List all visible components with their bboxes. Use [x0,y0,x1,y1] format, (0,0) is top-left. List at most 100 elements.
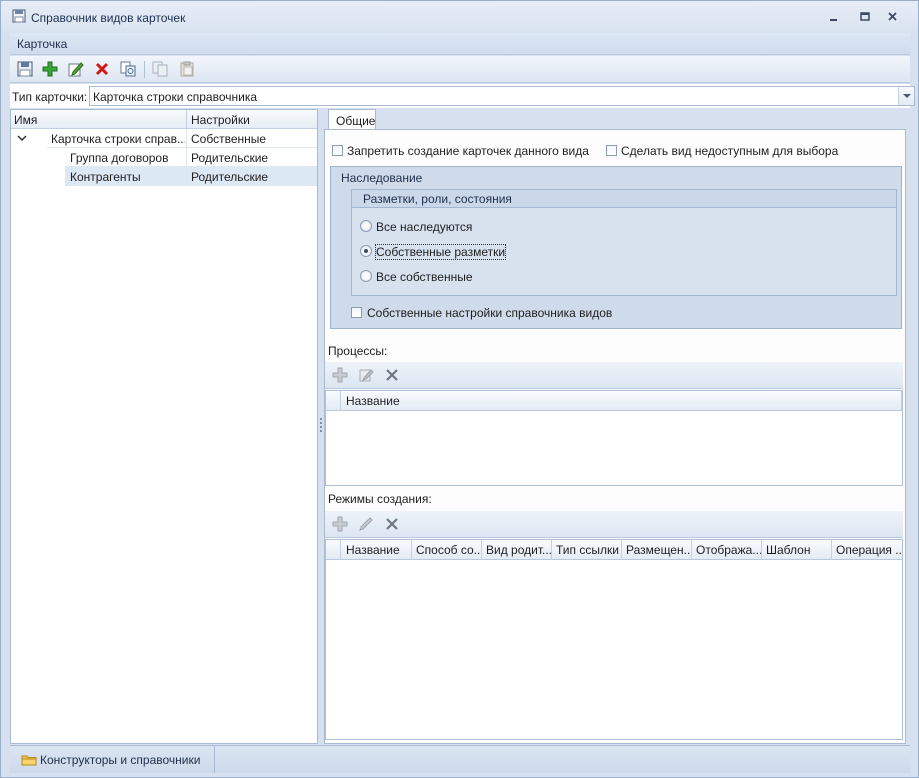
card-type-select[interactable]: Карточка строки справочника [89,86,915,106]
unavailable-label[interactable]: Сделать вид недоступным для выбора [621,144,838,158]
modes-column-name-label: Название [346,543,400,557]
modes-column-template[interactable]: Шаблон [762,540,832,560]
radio-all-inherited-label[interactable]: Все наследуются [376,220,472,234]
tree-column-name[interactable]: Имя [14,113,37,127]
folder-icon [21,755,37,766]
column-divider [186,167,187,186]
markup-group-header: Разметки, роли, состояния [352,190,896,208]
modes-column-template-label: Шаблон [766,543,811,557]
tab-general-label: Общие [336,114,376,128]
card-kinds-tree: Имя Настройки Карточка строки справ... С… [10,109,318,744]
forbid-creation-checkbox[interactable] [332,145,343,156]
forbid-creation-label[interactable]: Запретить создание карточек данного вида [347,144,589,158]
processes-grid: Название [325,390,903,486]
card-type-label: Тип карточки: [12,90,88,104]
tab-general[interactable]: Общие [328,109,376,130]
row-indicator-header [326,540,341,560]
delete-icon[interactable] [93,60,111,78]
app-icon [12,9,26,23]
radio-own-markups[interactable] [360,245,372,257]
tree-row-name: Группа договоров [70,151,169,165]
inheritance-group: Наследование Разметки, роли, состояния В… [330,166,902,329]
own-settings-checkbox[interactable] [351,307,362,318]
details-panel: Общие Запретить создание карточек данног… [324,109,910,744]
chevron-down-icon[interactable] [17,133,27,143]
modes-column-method[interactable]: Способ со... [412,540,482,560]
minimize-icon[interactable] [825,10,841,24]
radio-all-own[interactable] [360,270,372,282]
processes-column-name[interactable]: Название [342,391,902,411]
window-title: Справочник видов карточек [31,11,186,25]
modes-column-parent-kind-label: Вид родит... [486,543,552,557]
tree-column-settings[interactable]: Настройки [191,113,250,127]
own-settings-label[interactable]: Собственные настройки справочника видов [367,306,612,320]
splitter-grip[interactable] [320,418,322,432]
processes-toolbar [325,362,903,389]
duplicate-icon[interactable] [119,60,137,78]
main-toolbar [10,56,910,83]
radio-all-own-label[interactable]: Все собственные [376,270,473,284]
modes-column-link-type[interactable]: Тип ссылки [552,540,622,560]
title-bar: Справочник видов карточек [1,1,918,33]
column-divider [186,129,187,148]
radio-own-markups-label[interactable]: Собственные разметки [374,244,507,260]
modes-column-link-type-label: Тип ссылки [556,543,619,557]
add-icon[interactable] [41,60,59,78]
chevron-down-icon[interactable] [898,87,914,105]
toolbar-separator [144,61,145,78]
markup-group: Разметки, роли, состояния Все наследуютс… [351,189,897,296]
column-divider [186,148,187,167]
maximize-icon[interactable] [857,10,873,24]
menu-bar: Карточка [10,33,910,55]
modes-column-method-label: Способ со... [416,543,482,557]
tree-row-setting: Собственные [191,132,267,146]
save-icon[interactable] [16,60,34,78]
pencil-icon[interactable] [358,516,374,532]
tree-row-name: Контрагенты [70,170,141,184]
creation-modes-grid-header: Название Способ со... Вид родит... Тип с… [326,540,902,560]
add-icon[interactable] [332,367,348,383]
processes-column-name-label: Название [346,394,400,408]
column-divider [186,110,187,129]
close-icon[interactable] [885,10,901,24]
status-bar: Конструкторы и справочники [10,745,910,773]
modes-column-display[interactable]: Отобража... [692,540,762,560]
tree-row-name: Карточка строки справ... [51,132,185,146]
creation-modes-toolbar [325,511,903,538]
row-indicator-header [326,391,341,411]
unavailable-checkbox[interactable] [606,145,617,156]
inheritance-title: Наследование [341,171,423,185]
radio-all-inherited[interactable] [360,220,372,232]
modes-column-operation[interactable]: Операция ... [832,540,902,560]
constructors-and-directories-label: Конструкторы и справочники [40,753,201,767]
paste-icon[interactable] [178,60,196,78]
modes-column-parent-kind[interactable]: Вид родит... [482,540,552,560]
edit-icon[interactable] [358,367,374,383]
processes-label: Процессы: [328,344,388,358]
delete-icon[interactable] [384,367,400,383]
copy-icon[interactable] [151,60,169,78]
modes-column-display-label: Отобража... [696,543,762,557]
menu-item-card[interactable]: Карточка [17,37,67,51]
creation-modes-grid: Название Способ со... Вид родит... Тип с… [325,539,903,740]
tree-row[interactable]: Группа договоров Родительские [11,148,317,167]
modes-column-operation-label: Операция ... [836,543,902,557]
add-icon[interactable] [332,516,348,532]
tree-row[interactable]: Карточка строки справ... Собственные [11,129,317,148]
tree-row-setting: Родительские [191,170,269,184]
modes-column-placement[interactable]: Размещен... [622,540,692,560]
delete-icon[interactable] [384,516,400,532]
constructors-and-directories-item[interactable]: Конструкторы и справочники [10,746,215,773]
card-type-value: Карточка строки справочника [93,90,258,104]
card-type-row: Тип карточки: Карточка строки справочник… [10,84,915,108]
processes-grid-header: Название [326,391,902,411]
markup-group-title: Разметки, роли, состояния [363,192,512,206]
modes-column-name[interactable]: Название [342,540,412,560]
card-kinds-window: Справочник видов карточек Карточка Тип к… [0,0,919,778]
tree-row[interactable]: Контрагенты Родительские [11,167,317,186]
creation-modes-label: Режимы создания: [328,492,432,506]
modes-column-placement-label: Размещен... [626,543,692,557]
tree-header: Имя Настройки [11,110,317,129]
edit-icon[interactable] [67,60,85,78]
tab-general-body: Запретить создание карточек данного вида… [324,129,906,744]
